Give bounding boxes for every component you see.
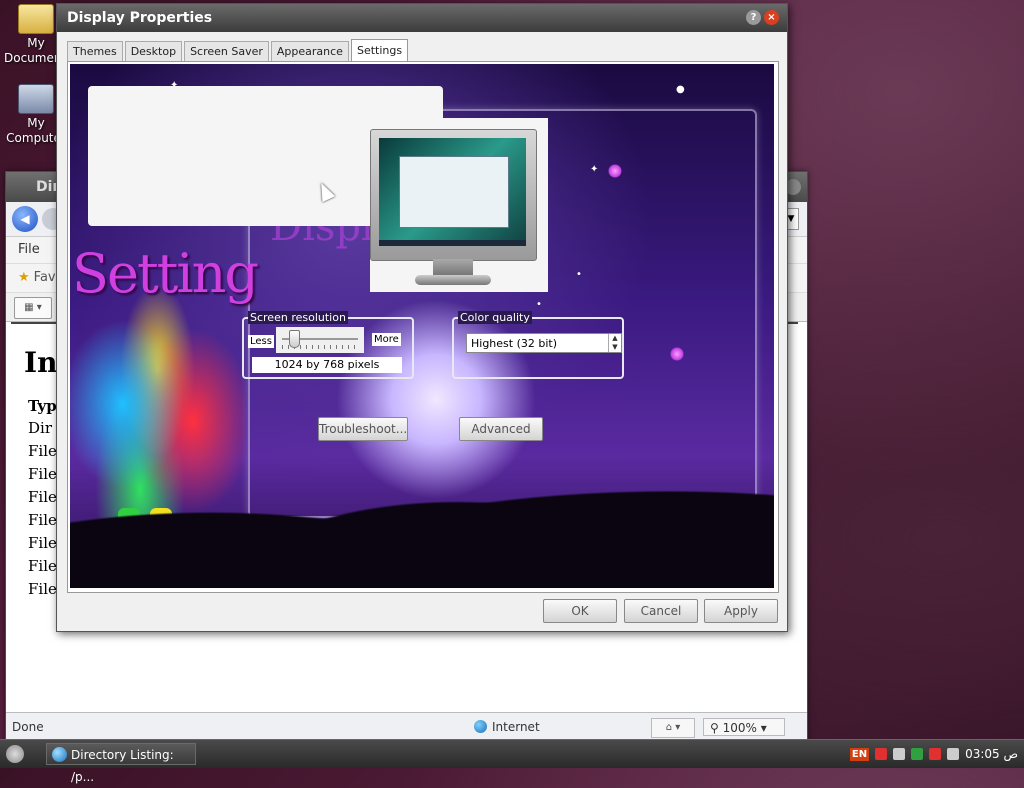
monitor-stand [433, 259, 473, 275]
tab-appearance[interactable]: Appearance [270, 41, 349, 61]
tab-desktop[interactable]: Desktop [124, 41, 183, 61]
ok-button[interactable]: OK [543, 599, 617, 623]
tab-strip: Themes Desktop Screen Saver Appearance S… [67, 39, 410, 61]
tab-themes[interactable]: Themes [67, 41, 123, 61]
tab-settings[interactable]: Settings [350, 39, 409, 61]
cancel-button[interactable]: Cancel [624, 599, 698, 623]
screen-resolution-group: Screen resolution Less More 1024 by 768 … [242, 311, 414, 379]
taskbar-item-label: Directory Listing: /p... [71, 748, 174, 784]
back-arrow-icon[interactable]: ◀ [12, 206, 38, 232]
globe-icon [474, 720, 487, 733]
system-tray: EN 03:05 ص [849, 740, 1018, 768]
view-grid-icon[interactable]: ▦ ▾ [14, 297, 52, 319]
computer-icon [18, 84, 54, 114]
shield-icon[interactable] [875, 748, 888, 760]
display-properties-dialog[interactable]: Display Properties ? × Themes Desktop Sc… [56, 3, 788, 632]
dialog-titlebar[interactable]: Display Properties ? × [57, 4, 787, 32]
color-quality-legend: Color quality [458, 311, 532, 324]
browser-statusbar: Done Internet ⌂ ▾ ⚲ 100% ▾ [6, 712, 807, 741]
apply-button[interactable]: Apply [704, 599, 778, 623]
taskbar: Directory Listing: /p... EN 03:05 ص [0, 739, 1024, 784]
monitor-preview [370, 129, 537, 261]
advanced-button[interactable]: Advanced [459, 417, 543, 441]
close-icon[interactable]: × [764, 10, 779, 25]
more-label: More [372, 333, 401, 346]
favorites-label[interactable]: Fav [34, 270, 56, 285]
preview-taskbar [379, 240, 526, 246]
preview-window [399, 156, 509, 228]
security-zone[interactable]: Internet [474, 720, 540, 734]
menu-file[interactable]: File [18, 242, 40, 257]
troubleshoot-button[interactable]: Troubleshoot... [318, 417, 408, 441]
resolution-slider[interactable] [276, 327, 364, 353]
magnifier-icon: ⚲ [710, 721, 723, 735]
tree-silhouette [70, 438, 774, 588]
check-icon[interactable] [911, 748, 924, 760]
color-quality-select[interactable]: Highest (32 bit) ▲ ▼ [466, 333, 622, 353]
art-text-setting: Setting [72, 242, 259, 305]
folder-icon [18, 4, 54, 34]
taskbar-item-browser[interactable]: Directory Listing: /p... [46, 743, 196, 784]
protected-mode-icon[interactable]: ⌂ ▾ [651, 718, 695, 738]
star-decoration: ● [676, 84, 685, 95]
monitor-base [415, 275, 491, 285]
slider-thumb[interactable] [289, 330, 300, 348]
color-quality-group: Color quality Highest (32 bit) ▲ ▼ [452, 311, 624, 379]
network-icon[interactable] [947, 748, 960, 760]
internet-explorer-icon [52, 747, 67, 762]
help-icon[interactable]: ? [746, 10, 761, 25]
less-label: Less [248, 335, 274, 348]
zone-label: Internet [492, 720, 540, 734]
messenger-icon[interactable] [893, 748, 906, 760]
zoom-level: 100% [722, 721, 757, 735]
start-button[interactable] [6, 745, 24, 763]
monitor-screen [379, 138, 526, 246]
settings-panel: ✦ ● ✦ • • Displ Setting Screen reso [67, 61, 779, 593]
dialog-title: Display Properties [67, 10, 213, 26]
update-icon[interactable] [929, 748, 942, 760]
zoom-control[interactable]: ⚲ 100% ▾ [703, 718, 785, 736]
star-icon[interactable]: ★ [18, 270, 30, 285]
screen-resolution-legend: Screen resolution [248, 311, 348, 324]
color-quality-value: Highest (32 bit) [471, 337, 558, 350]
language-indicator[interactable]: EN [849, 747, 870, 761]
spinner-icon[interactable]: ▲ ▼ [608, 334, 621, 352]
tab-screen-saver[interactable]: Screen Saver [184, 41, 269, 61]
resolution-value: 1024 by 768 pixels [252, 357, 402, 373]
clock[interactable]: 03:05 ص [965, 747, 1018, 761]
status-text: Done [12, 720, 44, 734]
